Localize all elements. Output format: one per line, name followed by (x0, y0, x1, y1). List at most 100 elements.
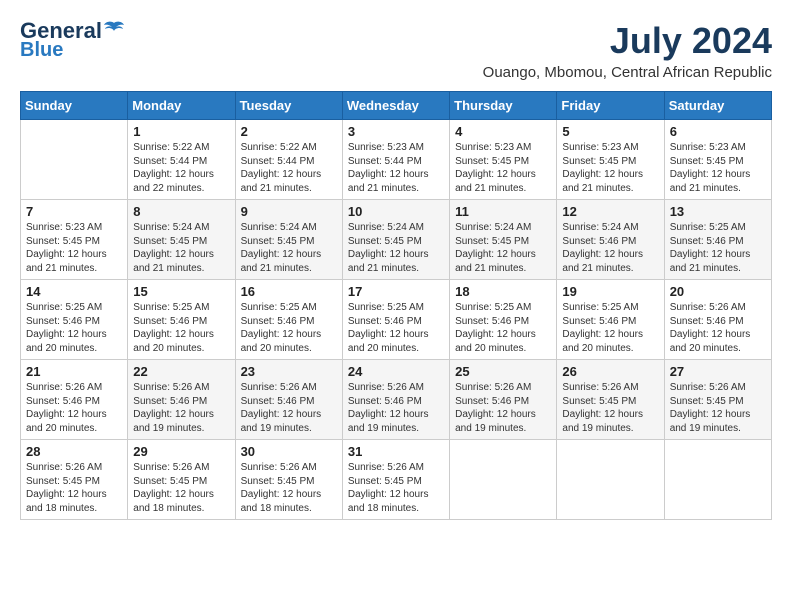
calendar-cell (21, 120, 128, 200)
day-number: 1 (133, 124, 229, 139)
day-info: Sunrise: 5:24 AM Sunset: 5:45 PM Dayligh… (348, 221, 444, 275)
calendar-cell: 6 Sunrise: 5:23 AM Sunset: 5:45 PM Daylig… (664, 120, 771, 200)
day-number: 8 (133, 204, 229, 219)
weekday-header-monday: Monday (128, 92, 235, 120)
calendar-cell: 24 Sunrise: 5:26 AM Sunset: 5:46 PM Dayli… (342, 360, 449, 440)
calendar-cell: 5 Sunrise: 5:23 AM Sunset: 5:45 PM Daylig… (557, 120, 664, 200)
day-number: 17 (348, 284, 444, 299)
day-info: Sunrise: 5:26 AM Sunset: 5:46 PM Dayligh… (133, 381, 229, 435)
logo: General Blue (20, 20, 124, 60)
calendar-cell: 9Sunrise: 5:24 AM Sunset: 5:45 PM Daylig… (235, 200, 342, 280)
day-info: Sunrise: 5:26 AM Sunset: 5:46 PM Dayligh… (241, 381, 337, 435)
day-info: Sunrise: 5:23 AM Sunset: 5:45 PM Dayligh… (562, 141, 658, 195)
calendar-cell: 11 Sunrise: 5:24 AM Sunset: 5:45 PM Dayli… (450, 200, 557, 280)
day-number: 10 (348, 204, 444, 219)
day-info: Sunrise: 5:23 AM Sunset: 5:45 PM Dayligh… (455, 141, 551, 195)
day-number: 26 (562, 364, 658, 379)
title-section: July 2024 Ouango, Mbomou, Central Africa… (483, 20, 772, 81)
day-number: 22 (133, 364, 229, 379)
calendar-cell: 8 Sunrise: 5:24 AM Sunset: 5:45 PM Daylig… (128, 200, 235, 280)
calendar-cell: 28 Sunrise: 5:26 AM Sunset: 5:45 PM Dayli… (21, 440, 128, 520)
calendar-cell: 12Sunrise: 5:24 AM Sunset: 5:46 PM Dayli… (557, 200, 664, 280)
weekday-header-thursday: Thursday (450, 92, 557, 120)
day-number: 27 (670, 364, 766, 379)
calendar-cell (450, 440, 557, 520)
day-info: Sunrise: 5:24 AM Sunset: 5:45 PM Dayligh… (455, 221, 551, 275)
day-info: Sunrise: 5:25 AM Sunset: 5:46 PM Dayligh… (455, 301, 551, 355)
day-number: 7 (26, 204, 122, 219)
day-number: 25 (455, 364, 551, 379)
calendar-cell: 13 Sunrise: 5:25 AM Sunset: 5:46 PM Dayli… (664, 200, 771, 280)
calendar-cell: 3 Sunrise: 5:23 AM Sunset: 5:44 PM Daylig… (342, 120, 449, 200)
day-info: Sunrise: 5:24 AM Sunset: 5:45 PM Dayligh… (133, 221, 229, 275)
day-info: Sunrise: 5:26 AM Sunset: 5:45 PM Dayligh… (348, 461, 444, 515)
day-info: Sunrise: 5:23 AM Sunset: 5:44 PM Dayligh… (348, 141, 444, 195)
day-info: Sunrise: 5:25 AM Sunset: 5:46 PM Dayligh… (26, 301, 122, 355)
day-number: 14 (26, 284, 122, 299)
calendar-cell: 31 Sunrise: 5:26 AM Sunset: 5:45 PM Dayli… (342, 440, 449, 520)
weekday-header-tuesday: Tuesday (235, 92, 342, 120)
location-subtitle: Ouango, Mbomou, Central African Republic (483, 64, 772, 81)
day-number: 29 (133, 444, 229, 459)
calendar-week-row: 14 Sunrise: 5:25 AM Sunset: 5:46 PM Dayli… (21, 280, 772, 360)
day-number: 23 (241, 364, 337, 379)
day-number: 30 (241, 444, 337, 459)
day-info: Sunrise: 5:24 AM Sunset: 5:46 PM Dayligh… (562, 221, 658, 275)
calendar-week-row: 7 Sunrise: 5:23 AM Sunset: 5:45 PM Daylig… (21, 200, 772, 280)
calendar-cell: 18 Sunrise: 5:25 AM Sunset: 5:46 PM Dayli… (450, 280, 557, 360)
day-info: Sunrise: 5:25 AM Sunset: 5:46 PM Dayligh… (133, 301, 229, 355)
day-number: 31 (348, 444, 444, 459)
weekday-header-saturday: Saturday (664, 92, 771, 120)
day-number: 9 (241, 204, 337, 219)
day-info: Sunrise: 5:25 AM Sunset: 5:46 PM Dayligh… (670, 221, 766, 275)
calendar-cell: 25 Sunrise: 5:26 AM Sunset: 5:46 PM Dayli… (450, 360, 557, 440)
day-info: Sunrise: 5:23 AM Sunset: 5:45 PM Dayligh… (670, 141, 766, 195)
day-number: 18 (455, 284, 551, 299)
day-number: 24 (348, 364, 444, 379)
calendar-cell: 15Sunrise: 5:25 AM Sunset: 5:46 PM Dayli… (128, 280, 235, 360)
calendar-table: SundayMondayTuesdayWednesdayThursdayFrid… (20, 91, 772, 520)
day-number: 6 (670, 124, 766, 139)
day-number: 3 (348, 124, 444, 139)
day-number: 28 (26, 444, 122, 459)
weekday-header-row: SundayMondayTuesdayWednesdayThursdayFrid… (21, 92, 772, 120)
calendar-cell: 20 Sunrise: 5:26 AM Sunset: 5:46 PM Dayli… (664, 280, 771, 360)
calendar-week-row: 28 Sunrise: 5:26 AM Sunset: 5:45 PM Dayli… (21, 440, 772, 520)
weekday-header-wednesday: Wednesday (342, 92, 449, 120)
day-info: Sunrise: 5:26 AM Sunset: 5:45 PM Dayligh… (670, 381, 766, 435)
day-info: Sunrise: 5:26 AM Sunset: 5:46 PM Dayligh… (348, 381, 444, 435)
day-info: Sunrise: 5:23 AM Sunset: 5:45 PM Dayligh… (26, 221, 122, 275)
day-info: Sunrise: 5:26 AM Sunset: 5:46 PM Dayligh… (455, 381, 551, 435)
day-info: Sunrise: 5:26 AM Sunset: 5:45 PM Dayligh… (241, 461, 337, 515)
day-number: 20 (670, 284, 766, 299)
day-info: Sunrise: 5:26 AM Sunset: 5:46 PM Dayligh… (670, 301, 766, 355)
day-info: Sunrise: 5:26 AM Sunset: 5:45 PM Dayligh… (133, 461, 229, 515)
day-number: 19 (562, 284, 658, 299)
calendar-cell: 26 Sunrise: 5:26 AM Sunset: 5:45 PM Dayli… (557, 360, 664, 440)
weekday-header-sunday: Sunday (21, 92, 128, 120)
logo-blue: Blue (20, 40, 63, 60)
calendar-cell: 16 Sunrise: 5:25 AM Sunset: 5:46 PM Dayli… (235, 280, 342, 360)
page-header: General Blue July 2024 Ouango, Mbomou, C… (20, 20, 772, 81)
day-number: 21 (26, 364, 122, 379)
calendar-cell: 7 Sunrise: 5:23 AM Sunset: 5:45 PM Daylig… (21, 200, 128, 280)
day-info: Sunrise: 5:26 AM Sunset: 5:46 PM Dayligh… (26, 381, 122, 435)
day-number: 5 (562, 124, 658, 139)
day-number: 11 (455, 204, 551, 219)
day-info: Sunrise: 5:22 AM Sunset: 5:44 PM Dayligh… (241, 141, 337, 195)
day-number: 13 (670, 204, 766, 219)
day-info: Sunrise: 5:26 AM Sunset: 5:45 PM Dayligh… (26, 461, 122, 515)
day-info: Sunrise: 5:26 AM Sunset: 5:45 PM Dayligh… (562, 381, 658, 435)
calendar-cell: 4Sunrise: 5:23 AM Sunset: 5:45 PM Daylig… (450, 120, 557, 200)
calendar-week-row: 21 Sunrise: 5:26 AM Sunset: 5:46 PM Dayli… (21, 360, 772, 440)
calendar-cell: 23 Sunrise: 5:26 AM Sunset: 5:46 PM Dayli… (235, 360, 342, 440)
calendar-cell (664, 440, 771, 520)
month-year-title: July 2024 (483, 20, 772, 62)
calendar-week-row: 1 Sunrise: 5:22 AM Sunset: 5:44 PM Daylig… (21, 120, 772, 200)
day-info: Sunrise: 5:25 AM Sunset: 5:46 PM Dayligh… (348, 301, 444, 355)
calendar-cell: 14 Sunrise: 5:25 AM Sunset: 5:46 PM Dayli… (21, 280, 128, 360)
day-info: Sunrise: 5:25 AM Sunset: 5:46 PM Dayligh… (241, 301, 337, 355)
calendar-cell: 22 Sunrise: 5:26 AM Sunset: 5:46 PM Dayli… (128, 360, 235, 440)
day-number: 16 (241, 284, 337, 299)
day-info: Sunrise: 5:22 AM Sunset: 5:44 PM Dayligh… (133, 141, 229, 195)
